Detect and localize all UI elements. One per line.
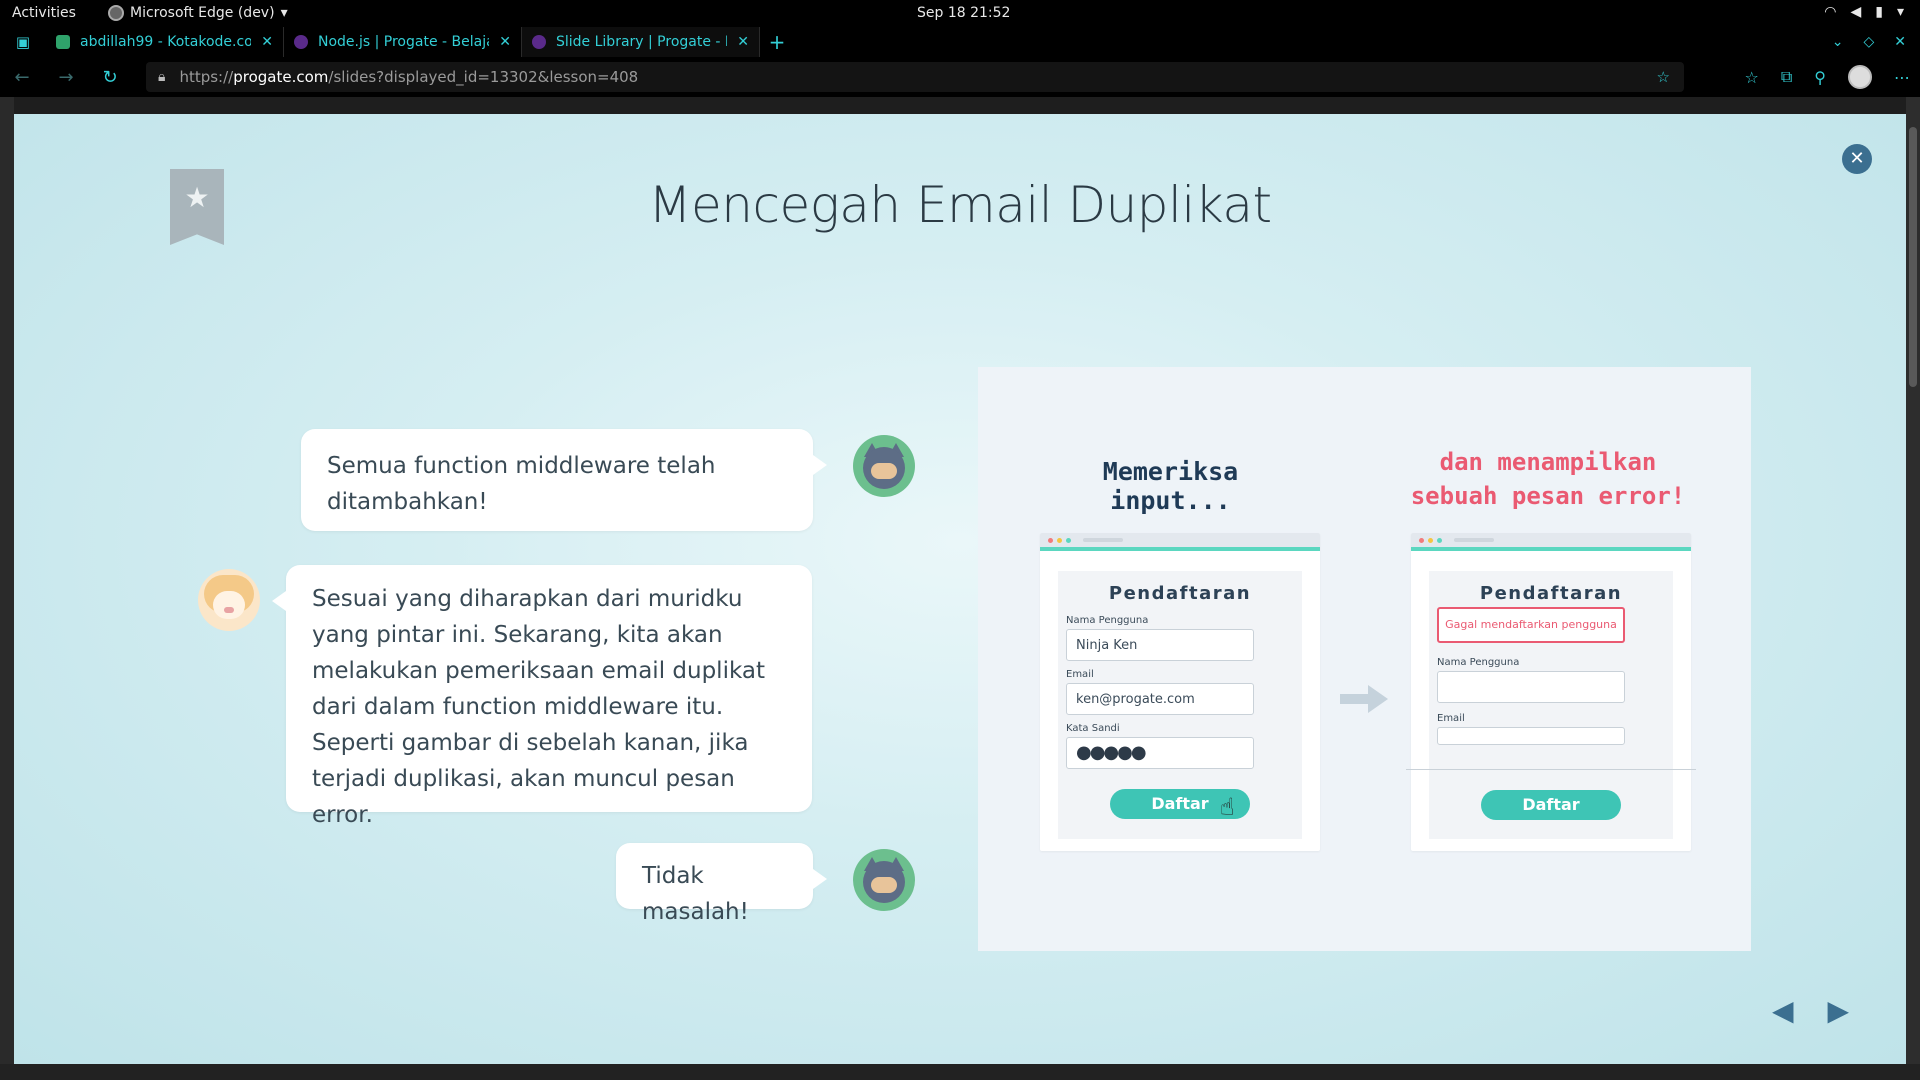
progate-icon <box>294 35 308 49</box>
chat-bubble: Tidak masalah! <box>616 843 827 925</box>
sheet-icon <box>56 35 70 49</box>
back-icon[interactable]: ← <box>0 67 44 88</box>
lock-icon[interactable]: 🔒︎ <box>158 69 165 85</box>
slide-modal: ★ Mencegah Email Duplikat ✕ Semua functi… <box>14 114 1906 1064</box>
close-icon[interactable]: ✕ <box>499 34 511 50</box>
clock[interactable]: Sep 18 21:52 <box>917 5 1010 21</box>
tabstrip-controls: ⌄ ◇ ✕ <box>1832 34 1920 50</box>
url-prefix: https:// <box>179 68 234 86</box>
profile-avatar[interactable] <box>1848 65 1872 89</box>
ninja-avatar <box>853 435 915 497</box>
workspaces-icon[interactable]: ◇ <box>1863 34 1874 50</box>
slide-illustration: Memeriksa input... dan menampilkan sebua… <box>978 367 1751 951</box>
form-title: Pendaftaran <box>1108 583 1252 604</box>
username-field: Ninja Ken <box>1066 629 1254 661</box>
caret-down-icon: ▾ <box>280 5 288 21</box>
chat-bubble: Semua function middleware telah ditambah… <box>301 429 827 531</box>
cut-line <box>1406 769 1696 770</box>
previous-slide-icon[interactable]: ◀ <box>1772 994 1794 1027</box>
next-slide-icon[interactable]: ▶ <box>1828 994 1850 1027</box>
register-button: Daftar <box>1481 790 1621 820</box>
arrow-right-icon <box>1340 685 1388 713</box>
username-value: Ninja Ken <box>1076 638 1138 653</box>
more-menu-icon[interactable]: ⋯ <box>1894 68 1910 87</box>
new-tab-button[interactable]: + <box>760 30 794 54</box>
tab-slide-library[interactable]: Slide Library | Progate - B ✕ <box>522 27 760 57</box>
label-email: Email <box>1437 713 1465 724</box>
system-tray[interactable]: ◠ ◀ ▮ ▾ <box>1824 4 1904 20</box>
page-bottom-bar <box>0 1064 1920 1080</box>
email-field <box>1437 727 1625 745</box>
close-slide-button[interactable]: ✕ <box>1842 144 1872 174</box>
close-icon[interactable]: ✕ <box>737 34 749 50</box>
address-bar[interactable]: 🔒︎ https://progate.com/slides?displayed_… <box>146 62 1684 92</box>
activities-button[interactable]: Activities <box>12 5 76 21</box>
label-email: Email <box>1066 669 1094 680</box>
chat-text: Sesuai yang diharapkan dari muridku yang… <box>312 586 765 828</box>
label-password: Kata Sandi <box>1066 723 1120 734</box>
chat-text: Tidak masalah! <box>642 863 749 925</box>
close-icon: ✕ <box>1849 148 1865 169</box>
window-chrome <box>1040 533 1320 551</box>
navigation-bar: ← → ↻ 🔒︎ https://progate.com/slides?disp… <box>0 57 1920 97</box>
collections-icon[interactable]: ⧉ <box>1781 67 1792 87</box>
volume-icon: ◀ <box>1850 4 1862 20</box>
tab-title: abdillah99 - Kotakode.co <box>80 34 252 50</box>
tab-strip: ▣ abdillah99 - Kotakode.co ✕ Node.js | P… <box>0 27 1920 57</box>
extensions-icon[interactable]: ⚲ <box>1814 68 1826 87</box>
add-favorite-icon[interactable]: ☆ <box>1657 68 1670 86</box>
label-username: Nama Pengguna <box>1066 615 1149 626</box>
password-field: ●●●●● <box>1066 737 1254 769</box>
email-value: ken@progate.com <box>1076 692 1195 707</box>
illustration-heading-right: dan menampilkan sebuah pesan error! <box>1410 448 1686 510</box>
wifi-icon: ◠ <box>1824 4 1837 20</box>
slide-pagination: ◀ ▶ <box>1772 994 1849 1027</box>
window-close-icon[interactable]: ✕ <box>1894 34 1906 50</box>
power-menu-icon: ▾ <box>1896 4 1904 20</box>
form-window-input: Pendaftaran Nama Pengguna Ninja Ken Emai… <box>1040 533 1320 851</box>
window-chrome <box>1411 533 1691 551</box>
register-label: Daftar <box>1522 795 1580 814</box>
label-username: Nama Pengguna <box>1437 657 1520 668</box>
url-host: progate.com <box>233 68 329 86</box>
password-dots: ●●●●● <box>1076 742 1147 763</box>
username-field <box>1437 671 1625 703</box>
page-left-strip <box>0 97 14 1080</box>
ninja-avatar <box>853 849 915 911</box>
forward-icon[interactable]: → <box>44 67 88 88</box>
register-label: Daftar <box>1151 794 1209 813</box>
app-menu[interactable]: Microsoft Edge (dev) ▾ <box>108 5 288 21</box>
tab-nodejs-progate[interactable]: Node.js | Progate - Belaja ✕ <box>284 27 522 57</box>
toolbar-right: ☆ ⧉ ⚲ ⋯ <box>1745 65 1910 89</box>
email-field: ken@progate.com <box>1066 683 1254 715</box>
error-message: Gagal mendaftarkan pengguna <box>1437 607 1625 643</box>
edge-icon <box>108 5 124 21</box>
app-name: Microsoft Edge (dev) <box>130 5 275 21</box>
tab-actions-button[interactable]: ▣ <box>0 27 46 57</box>
pointer-cursor-icon: ☝ <box>1220 793 1235 821</box>
chat-bubble: Sesuai yang diharapkan dari muridku yang… <box>272 565 812 828</box>
chat-text: Semua function middleware telah ditambah… <box>327 453 716 515</box>
illustration-heading-left: Memeriksa input... <box>1102 457 1239 515</box>
tab-search-icon[interactable]: ⌄ <box>1832 34 1844 50</box>
favorites-icon[interactable]: ☆ <box>1745 68 1759 87</box>
tab-title: Node.js | Progate - Belaja <box>318 34 490 50</box>
tab-kotakode[interactable]: abdillah99 - Kotakode.co ✕ <box>46 27 284 57</box>
reload-icon[interactable]: ↻ <box>88 67 132 88</box>
tab-title: Slide Library | Progate - B <box>556 34 728 50</box>
form-title: Pendaftaran <box>1479 583 1623 604</box>
form-window-error: Pendaftaran Gagal mendaftarkan pengguna … <box>1411 533 1691 851</box>
progate-icon <box>532 35 546 49</box>
battery-icon: ▮ <box>1875 4 1883 20</box>
scrollbar-thumb[interactable] <box>1909 127 1917 387</box>
page-scrollbar[interactable] <box>1906 97 1920 1080</box>
tab-actions-icon: ▣ <box>15 33 31 51</box>
url-path: /slides?displayed_id=13302&lesson=408 <box>328 68 639 86</box>
slide-title: Mencegah Email Duplikat <box>648 176 1272 234</box>
sheep-avatar <box>198 569 260 631</box>
close-icon[interactable]: ✕ <box>261 34 273 50</box>
system-top-bar: Activities Microsoft Edge (dev) ▾ Sep 18… <box>0 0 1920 27</box>
